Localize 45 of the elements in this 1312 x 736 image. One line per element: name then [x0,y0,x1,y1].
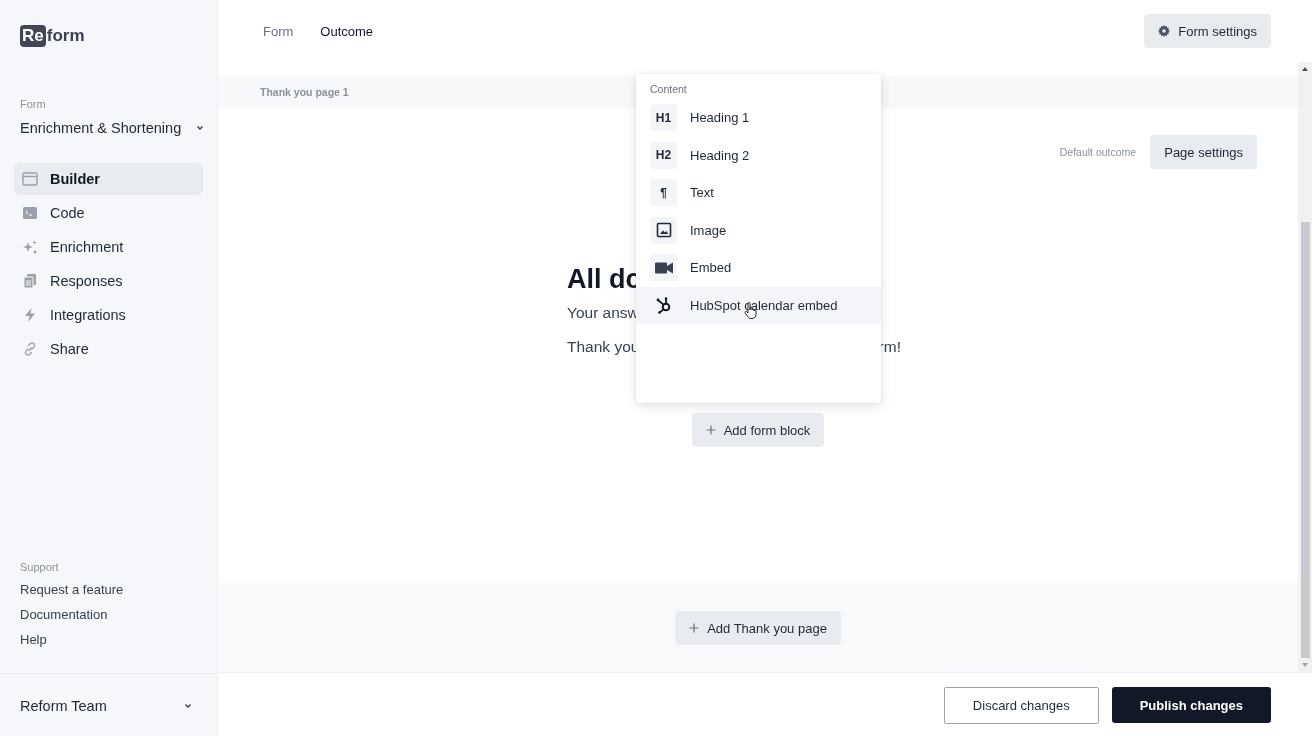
block-type-icon: H2 [650,141,677,169]
menu-item[interactable]: Embed [636,249,881,287]
outcome-label: Default outcome [1059,146,1137,158]
support-link[interactable]: Documentation [20,607,108,622]
nav-item[interactable]: Enrichment [14,231,203,263]
nav-item[interactable]: Code [14,197,203,229]
publish-button[interactable]: Publish changes [1111,687,1271,723]
add-block-button[interactable]: Add form block [691,413,825,447]
support-link[interactable]: Help [20,632,47,647]
tab[interactable]: Outcome [320,23,374,39]
page-title: Thank you page 1 [260,86,349,98]
image-icon [655,222,672,239]
nav-item[interactable]: Builder [14,163,203,195]
team-selector[interactable]: Reform Team [0,673,217,736]
block-type-icon: H1 [650,104,677,132]
window-icon [22,171,38,187]
nav-item[interactable]: Share [14,333,203,365]
menu-section-label: Content [650,83,688,95]
section-label: Support [20,561,60,573]
nav-item[interactable]: Responses [14,265,203,297]
plus-icon [689,623,700,633]
nav-item[interactable]: Integrations [14,299,203,331]
form-settings-button[interactable]: Form settings [1144,14,1271,48]
menu-item[interactable]: H1 Heading 1 [636,99,881,137]
terminal-icon [22,205,38,221]
logo: Re form [20,25,86,47]
discard-button[interactable]: Discard changes [943,686,1099,724]
form-selector[interactable]: Enrichment & Shortening [20,120,206,136]
sparkles-icon [22,239,38,255]
scrollbar[interactable] [1298,62,1312,672]
video-camera-icon [654,261,673,274]
menu-item[interactable]: ¶ Text [636,174,881,212]
support-link[interactable]: Request a feature [20,582,124,597]
tab[interactable]: Form [263,23,294,39]
link-icon [22,341,38,357]
block-type-icon: ¶ [650,179,677,207]
section-label: Form [20,98,47,110]
gear-icon [1158,25,1171,37]
menu-item[interactable]: HubSpot calendar embed [636,286,881,324]
plus-icon [705,425,716,435]
add-page-button[interactable]: Add Thank you page [675,611,841,645]
page-settings-button[interactable]: Page settings [1150,135,1257,169]
menu-item[interactable]: Image [636,211,881,249]
documents-icon [22,273,38,289]
menu-item[interactable]: H2 Heading 2 [636,136,881,174]
